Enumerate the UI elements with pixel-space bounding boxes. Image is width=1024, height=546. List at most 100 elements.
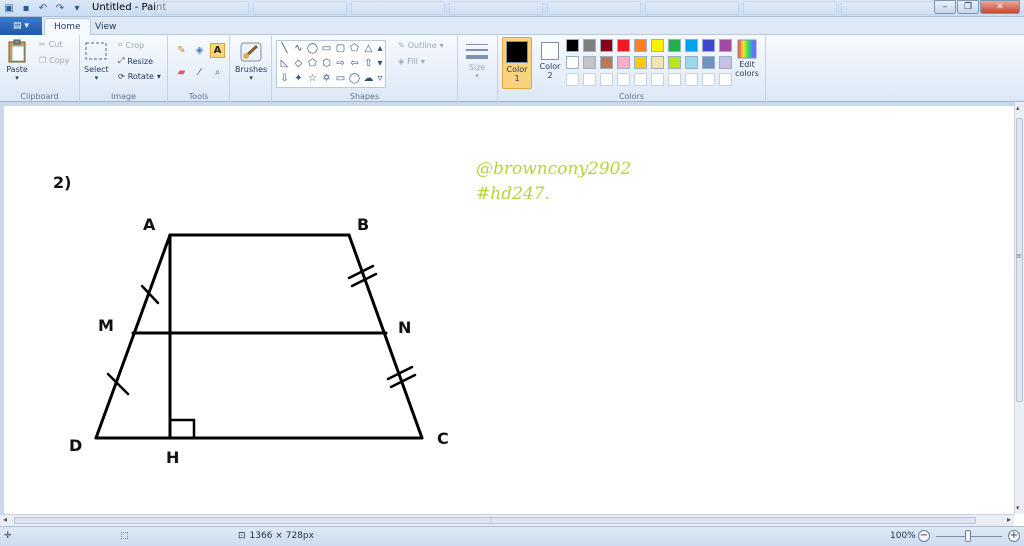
paste-button[interactable]: Paste ▾ — [6, 39, 28, 82]
triangle-shape-icon[interactable]: △ — [362, 42, 375, 55]
palette-swatch[interactable] — [600, 39, 613, 52]
select-button[interactable]: Select ▾ — [84, 39, 109, 82]
crop-button[interactable]: ⌗ Crop — [118, 40, 144, 50]
customize-qat-icon[interactable]: ▾ — [70, 1, 84, 15]
app-menu-icon[interactable]: ▣ — [2, 1, 16, 15]
palette-swatch[interactable] — [651, 56, 664, 69]
hexagon-shape-icon[interactable]: ⬡ — [320, 57, 333, 70]
pentagon-shape-icon[interactable]: ⬠ — [306, 57, 319, 70]
close-button[interactable]: ✕ — [980, 0, 1020, 14]
edit-colors-button[interactable]: Edit colors — [732, 38, 762, 78]
zoom-in-button[interactable]: + — [1008, 530, 1020, 542]
callout-rect-shape-icon[interactable]: ▭ — [334, 72, 347, 85]
palette-swatch[interactable] — [617, 73, 630, 86]
shapes-scroll-down-icon[interactable]: ▾ — [375, 57, 385, 70]
palette-swatch[interactable] — [685, 56, 698, 69]
palette-swatch[interactable] — [702, 73, 715, 86]
polygon-shape-icon[interactable]: ⬠ — [348, 42, 361, 55]
rectangle-shape-icon[interactable]: ▭ — [320, 42, 333, 55]
shapes-expand-icon[interactable]: ▿ — [375, 72, 385, 85]
left-arrow-shape-icon[interactable]: ⇦ — [348, 57, 361, 70]
palette-swatch[interactable] — [566, 56, 579, 69]
tab-home[interactable]: Home — [44, 18, 91, 35]
drawing-canvas[interactable]: 2) A B M N D H C @browncony2902 #hd247. — [4, 106, 1014, 514]
undo-icon[interactable]: ↶ — [36, 1, 50, 15]
palette-swatch[interactable] — [685, 39, 698, 52]
curve-shape-icon[interactable]: ∿ — [292, 42, 305, 55]
palette-swatch[interactable] — [668, 56, 681, 69]
vertical-scrollbar[interactable]: ▴ ≡ ▾ — [1014, 102, 1024, 514]
scroll-down-icon[interactable]: ▾ — [1016, 504, 1020, 512]
diamond-shape-icon[interactable]: ◇ — [292, 57, 305, 70]
callout-cloud-shape-icon[interactable]: ☁ — [362, 72, 375, 85]
tab-view[interactable]: View — [86, 18, 125, 35]
down-arrow-shape-icon[interactable]: ⇩ — [278, 72, 291, 85]
size-button[interactable]: Size ▾ — [464, 41, 490, 80]
palette-swatch[interactable] — [685, 73, 698, 86]
rounded-rectangle-shape-icon[interactable]: ▢ — [334, 42, 347, 55]
color-picker-icon[interactable]: ⁄ — [192, 65, 207, 80]
color2-button[interactable]: Color 2 — [536, 37, 564, 89]
horizontal-scrollbar[interactable]: ◂ ⦙ ▸ — [0, 514, 1014, 526]
palette-swatch[interactable] — [702, 56, 715, 69]
palette-swatch[interactable] — [583, 39, 596, 52]
palette-swatch[interactable] — [583, 73, 596, 86]
palette-swatch[interactable] — [651, 73, 664, 86]
palette-swatch[interactable] — [702, 39, 715, 52]
palette-swatch[interactable] — [634, 73, 647, 86]
file-menu-button[interactable]: ▤ ▾ — [0, 17, 42, 35]
right-arrow-shape-icon[interactable]: ⇨ — [334, 57, 347, 70]
oval-shape-icon[interactable]: ◯ — [306, 42, 319, 55]
palette-swatch[interactable] — [719, 73, 732, 86]
six-point-star-shape-icon[interactable]: ✡ — [320, 72, 333, 85]
palette-swatch[interactable] — [600, 73, 613, 86]
palette-swatch[interactable] — [566, 39, 579, 52]
copy-button[interactable]: ❐ Copy — [39, 56, 69, 65]
horizontal-scroll-thumb[interactable] — [14, 517, 976, 524]
brushes-button[interactable]: Brushes ▾ — [235, 39, 267, 82]
palette-swatch[interactable] — [583, 56, 596, 69]
palette-swatch[interactable] — [634, 39, 647, 52]
scroll-up-icon[interactable]: ▴ — [1016, 104, 1020, 112]
save-icon[interactable]: ▪ — [19, 1, 33, 15]
palette-swatch[interactable] — [719, 56, 732, 69]
size-label: Size — [468, 63, 486, 72]
palette-swatch[interactable] — [634, 56, 647, 69]
fill-bucket-icon[interactable]: ◈ — [192, 43, 207, 58]
callout-oval-shape-icon[interactable]: ◯ — [348, 72, 361, 85]
redo-icon[interactable]: ↷ — [53, 1, 67, 15]
rotate-button[interactable]: ⟳ Rotate ▾ — [118, 72, 161, 81]
eraser-icon[interactable]: ▰ — [174, 65, 189, 80]
palette-swatch[interactable] — [617, 56, 630, 69]
resize-button[interactable]: ⤢ Resize — [118, 56, 153, 66]
palette-swatch[interactable] — [719, 39, 732, 52]
color1-button[interactable]: Color 1 — [502, 37, 532, 89]
minimize-button[interactable]: – — [934, 0, 956, 14]
palette-swatch[interactable] — [600, 56, 613, 69]
shapes-scroll-up-icon[interactable]: ▴ — [375, 42, 385, 55]
magnifier-icon[interactable]: ⌕ — [210, 65, 225, 80]
zoom-slider-thumb[interactable] — [965, 530, 971, 542]
palette-swatch[interactable] — [617, 39, 630, 52]
fill-button[interactable]: ◈ Fill ▾ — [398, 57, 425, 66]
four-point-star-shape-icon[interactable]: ✦ — [292, 72, 305, 85]
scroll-right-icon[interactable]: ▸ — [1007, 515, 1011, 524]
crop-icon: ⌗ — [118, 40, 123, 49]
up-arrow-shape-icon[interactable]: ⇧ — [362, 57, 375, 70]
cut-button[interactable]: ✂ Cut — [39, 40, 63, 49]
resize-icon: ⤢ — [118, 56, 125, 65]
right-triangle-shape-icon[interactable]: ◺ — [278, 57, 291, 70]
pencil-icon[interactable]: ✎ — [174, 43, 189, 58]
vertical-scroll-thumb[interactable] — [1016, 118, 1023, 402]
zoom-out-button[interactable]: − — [918, 530, 930, 542]
five-point-star-shape-icon[interactable]: ☆ — [306, 72, 319, 85]
palette-swatch[interactable] — [668, 39, 681, 52]
outline-button[interactable]: ✎ Outline ▾ — [398, 41, 444, 50]
text-tool-icon[interactable]: A — [210, 43, 225, 58]
restore-button[interactable]: ❐ — [957, 0, 979, 14]
palette-swatch[interactable] — [566, 73, 579, 86]
scroll-left-icon[interactable]: ◂ — [3, 515, 7, 524]
palette-swatch[interactable] — [651, 39, 664, 52]
line-shape-icon[interactable]: ╲ — [278, 42, 291, 55]
palette-swatch[interactable] — [668, 73, 681, 86]
